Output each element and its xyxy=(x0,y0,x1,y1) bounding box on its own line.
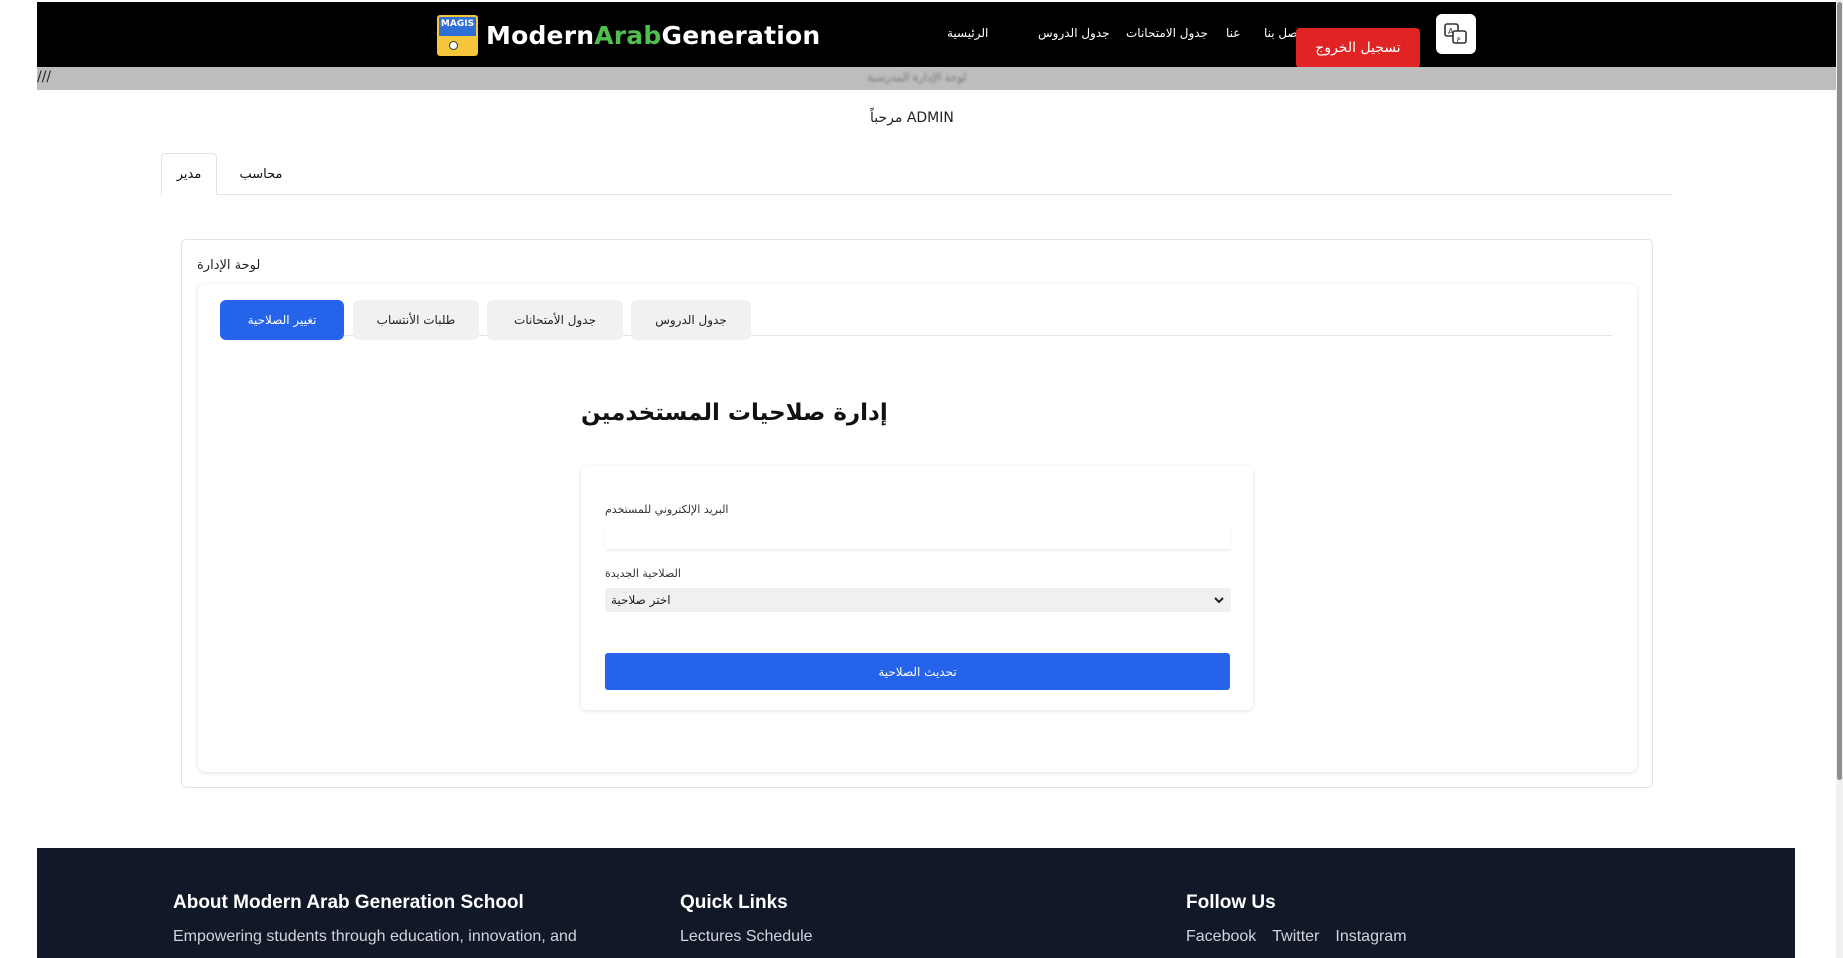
welcome-message: مرحباً ADMIN xyxy=(870,110,954,126)
strip-marker: /// xyxy=(37,69,52,85)
chevron-down-icon xyxy=(1214,597,1224,604)
tab-accountant[interactable]: محاسب xyxy=(231,153,291,195)
page-scrollbar[interactable] xyxy=(1836,0,1843,958)
svg-text:A: A xyxy=(1448,27,1454,36)
footer-quick-heading: Quick Links xyxy=(680,892,788,913)
role-tabs: مدير محاسب xyxy=(161,153,1672,195)
scrollbar-thumb[interactable] xyxy=(1837,2,1842,780)
strip-ticker-text: لوحة الإدارة المدرسية xyxy=(867,71,967,84)
top-navbar: MAGIS ModernArabGeneration الرئيسية جدول… xyxy=(37,2,1843,68)
update-permission-button[interactable]: تحديث الصلاحية xyxy=(605,653,1230,690)
email-label: البريد الإلكتروني للمستخدم xyxy=(605,503,729,516)
svg-text:ع: ع xyxy=(1457,34,1462,43)
translate-icon: A ع xyxy=(1444,23,1467,44)
panel-title: لوحة الإدارة xyxy=(197,258,261,273)
footer-quick-links: Quick Links Lectures Schedule xyxy=(680,892,813,946)
footer-about-heading: About Modern Arab Generation School xyxy=(173,892,524,913)
footer-link-lectures[interactable]: Lectures Schedule xyxy=(680,928,813,946)
section-heading: إدارة صلاحيات المستخدمين xyxy=(581,400,888,426)
tab-membership-requests[interactable]: طلبات الأنتساب xyxy=(353,300,479,340)
twitter-link[interactable]: Twitter xyxy=(1272,928,1319,946)
language-toggle-button[interactable]: A ع xyxy=(1436,14,1476,54)
nav-link-about[interactable]: عنا xyxy=(1226,26,1240,40)
tab-lessons-schedule[interactable]: جدول الدروس xyxy=(631,300,751,340)
nav-link-exams[interactable]: جدول الامتحانات xyxy=(1126,26,1208,40)
brand-part-2: Arab xyxy=(594,20,662,50)
logout-button[interactable]: تسجيل الخروج xyxy=(1296,28,1420,68)
role-select-value: اختر صلاحية xyxy=(611,593,671,607)
brand-part-1: Modern xyxy=(486,20,595,50)
announcement-strip: /// لوحة الإدارة المدرسية xyxy=(37,67,1843,90)
brand-name: ModernArabGeneration xyxy=(486,21,820,50)
footer-about: About Modern Arab Generation School Empo… xyxy=(173,892,577,946)
admin-sub-tabs: تغيير الصلاحية طلبات الأنتساب جدول الأمت… xyxy=(220,300,1612,340)
role-label: الصلاحية الجديدة xyxy=(605,567,681,580)
brand-part-3: Generation xyxy=(661,20,821,50)
nav-link-home[interactable]: الرئيسية xyxy=(947,26,988,40)
footer-about-text: Empowering students through education, i… xyxy=(173,928,577,945)
permission-form: البريد الإلكتروني للمستخدم الصلاحية الجد… xyxy=(581,466,1253,710)
tab-change-permission[interactable]: تغيير الصلاحية xyxy=(220,300,344,340)
role-select[interactable]: اختر صلاحية xyxy=(605,588,1231,612)
page: MAGIS ModernArabGeneration الرئيسية جدول… xyxy=(0,0,1843,958)
facebook-link[interactable]: Facebook xyxy=(1186,928,1256,946)
tab-manager[interactable]: مدير xyxy=(161,153,217,195)
admin-panel: لوحة الإدارة تغيير الصلاحية طلبات الأنتس… xyxy=(181,239,1653,788)
footer-follow: Follow Us Facebook Twitter Instagram xyxy=(1186,892,1407,946)
school-logo: MAGIS xyxy=(437,14,478,56)
logo-emblem xyxy=(449,40,458,50)
tab-exams-schedule[interactable]: جدول الأمتحانات xyxy=(487,300,623,340)
nav-link-lessons[interactable]: جدول الدروس xyxy=(1038,26,1110,40)
instagram-link[interactable]: Instagram xyxy=(1335,928,1406,946)
footer-follow-heading: Follow Us xyxy=(1186,892,1276,913)
site-footer: About Modern Arab Generation School Empo… xyxy=(37,848,1795,958)
logo-text: MAGIS xyxy=(440,18,475,29)
brand[interactable]: MAGIS ModernArabGeneration xyxy=(437,13,820,57)
social-links: Facebook Twitter Instagram xyxy=(1186,928,1407,946)
panel-content-card: تغيير الصلاحية طلبات الأنتساب جدول الأمت… xyxy=(198,284,1637,772)
email-input[interactable] xyxy=(605,524,1231,550)
